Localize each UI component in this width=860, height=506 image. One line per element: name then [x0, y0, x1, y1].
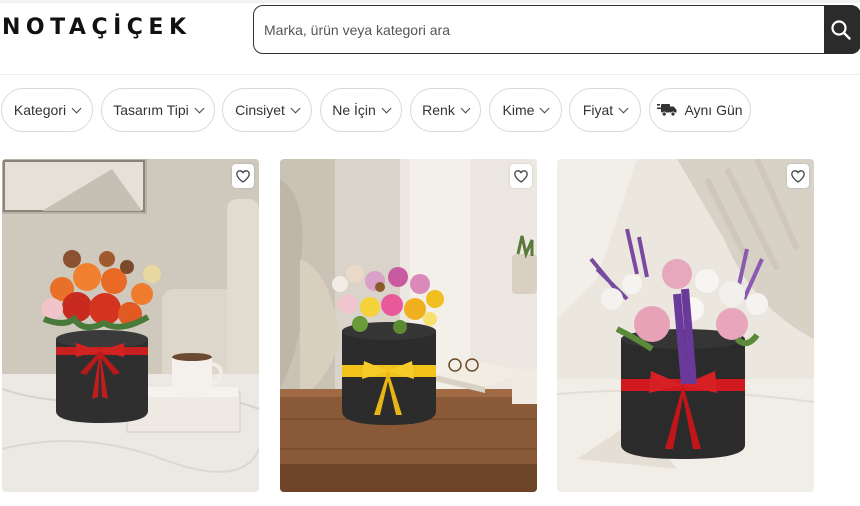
filter-renk[interactable]: Renk	[410, 88, 481, 132]
heart-icon	[236, 169, 250, 183]
product-image	[280, 159, 537, 492]
product-card[interactable]	[557, 159, 814, 492]
filter-kategori[interactable]: Kategori	[1, 88, 93, 132]
product-card[interactable]	[280, 159, 537, 492]
chevron-down-icon	[290, 103, 301, 113]
filter-bar: Kategori Tasarım Tipi Cinsiyet Ne İçin R…	[0, 88, 860, 132]
site-header: NOTAÇİÇEK	[0, 0, 860, 75]
top-divider	[0, 0, 860, 3]
filter-kime[interactable]: Kime	[489, 88, 562, 132]
filter-ne-icin[interactable]: Ne İçin	[320, 88, 402, 132]
filter-label: Cinsiyet	[235, 102, 285, 118]
filter-label: Kategori	[13, 102, 67, 118]
search-input[interactable]	[264, 6, 819, 53]
product-card[interactable]	[2, 159, 259, 492]
chevron-down-icon	[381, 103, 392, 113]
filter-fiyat[interactable]: Fiyat	[569, 88, 641, 132]
search-bar	[253, 5, 860, 54]
chevron-down-icon	[194, 103, 205, 113]
site-logo[interactable]: NOTAÇİÇEK	[2, 15, 192, 40]
favorite-button[interactable]	[510, 164, 532, 188]
search-icon	[831, 19, 851, 40]
product-image	[2, 159, 259, 492]
product-image	[557, 159, 814, 492]
filter-label: Ne İçin	[332, 102, 376, 118]
filter-label: Kime	[502, 102, 535, 118]
chevron-down-icon	[71, 103, 82, 113]
favorite-button[interactable]	[787, 164, 809, 188]
chevron-down-icon	[460, 103, 471, 113]
filter-cinsiyet[interactable]: Cinsiyet	[222, 88, 312, 132]
search-button[interactable]	[824, 5, 860, 54]
chevron-down-icon	[618, 103, 629, 113]
filter-label: Tasarım Tipi	[113, 102, 189, 118]
heart-icon	[514, 169, 528, 183]
chevron-down-icon	[540, 103, 550, 113]
filter-ayni-gun[interactable]: Aynı Gün	[649, 88, 751, 132]
filter-label: Aynı Gün	[684, 102, 743, 118]
favorite-button[interactable]	[232, 164, 254, 188]
filter-tasarim-tipi[interactable]: Tasarım Tipi	[101, 88, 215, 132]
heart-icon	[791, 169, 805, 183]
truck-icon	[657, 103, 677, 117]
filter-label: Fiyat	[582, 102, 614, 118]
filter-label: Renk	[422, 102, 455, 118]
